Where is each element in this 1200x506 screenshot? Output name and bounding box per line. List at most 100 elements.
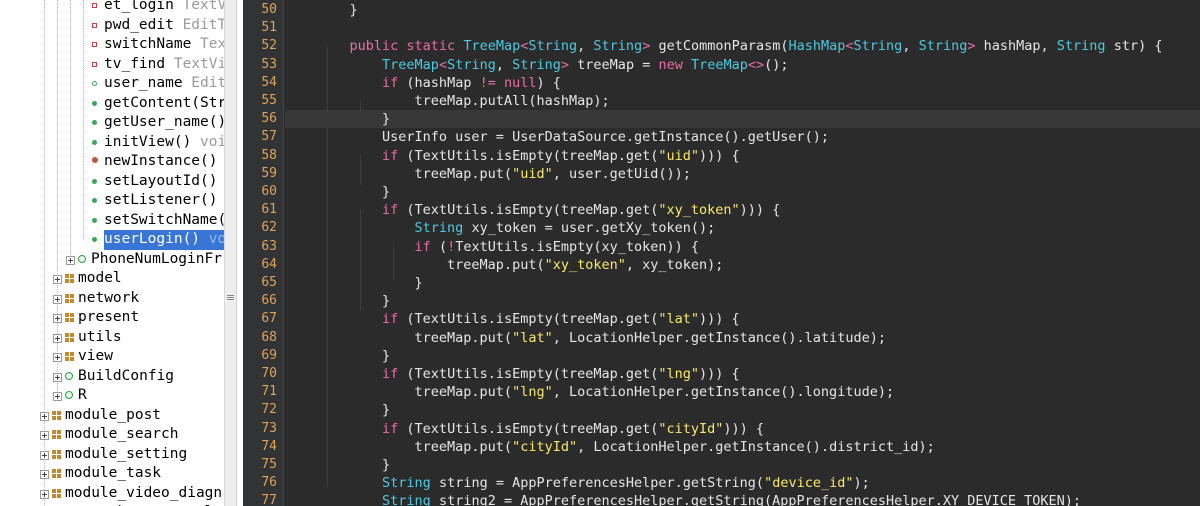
tree-item[interactable]: newInstance()	[0, 152, 224, 172]
tree-item[interactable]: setSwitchName(	[0, 211, 224, 231]
code-token: null	[503, 74, 537, 91]
tree-item[interactable]: module_video_diagn	[0, 484, 224, 504]
code-line[interactable]: treeMap.put("cityId", LocationHelper.get…	[317, 438, 935, 456]
code-line[interactable]: String string2 = AppPreferencesHelper.ge…	[317, 492, 1081, 506]
tree-item-label: R	[78, 386, 87, 406]
tree-item[interactable]: PhoneNumLoginFr	[0, 250, 224, 270]
tree-item-name: pwd_edit	[104, 16, 174, 33]
expand-icon[interactable]	[40, 489, 49, 499]
tree-item-name: user_name	[104, 75, 183, 91]
expand-icon[interactable]	[40, 450, 49, 460]
code-line[interactable]: if (TextUtils.isEmpty(treeMap.get("uid")…	[317, 147, 740, 165]
splitter-grip-icon[interactable]: ≡	[225, 291, 236, 304]
panel-splitter[interactable]: ≡	[224, 0, 237, 506]
tree-item[interactable]: pwd_edit EditT	[0, 16, 224, 36]
tree-item[interactable]: present	[0, 308, 224, 328]
code-token: }	[317, 111, 391, 128]
code-line[interactable]: if (hashMap != null) {	[317, 74, 561, 92]
code-line[interactable]: }	[317, 110, 390, 128]
code-line[interactable]: }	[317, 347, 390, 365]
code-line[interactable]: TreeMap<String, String> treeMap = new Tr…	[317, 56, 789, 74]
code-line[interactable]: treeMap.put("uid", user.getUid());	[317, 165, 691, 183]
tree-item[interactable]: module_post	[0, 406, 224, 426]
code-line[interactable]: }	[317, 456, 390, 474]
expand-icon[interactable]	[40, 431, 49, 440]
line-number: 50	[261, 2, 277, 17]
class-icon	[65, 391, 73, 399]
expand-icon[interactable]	[53, 372, 62, 382]
expand-icon[interactable]	[53, 392, 62, 401]
tree-item[interactable]: module_setting	[0, 445, 224, 465]
tree-item-name: view	[78, 348, 113, 364]
code-token: "xy_token"	[658, 202, 740, 219]
expand-icon[interactable]	[53, 275, 62, 284]
tree-item[interactable]: switchName Text	[0, 35, 224, 55]
code-token: "xy_token"	[544, 256, 626, 273]
code-line[interactable]: }	[317, 292, 390, 310]
code-token: "uid"	[512, 165, 553, 182]
code-line[interactable]: }	[317, 183, 390, 201]
tree-item[interactable]: userLogin() vo	[0, 230, 224, 250]
code-line[interactable]: }	[317, 1, 358, 19]
code-area[interactable]: } public static TreeMap<String, String> …	[285, 0, 1200, 506]
code-line[interactable]: treeMap.putAll(hashMap);	[317, 92, 610, 110]
expand-icon[interactable]	[53, 314, 62, 323]
tree-item[interactable]: setLayoutId()	[0, 172, 224, 192]
tree-item[interactable]: BuildConfig	[0, 367, 224, 387]
tree-item[interactable]: tv_find TextVi	[0, 55, 224, 75]
tree-item-type: vo	[200, 231, 224, 247]
code-line[interactable]: treeMap.put("lng", LocationHelper.getIns…	[317, 383, 895, 401]
tree-item[interactable]: module_task	[0, 464, 224, 484]
code-line[interactable]: String string = AppPreferencesHelper.get…	[317, 474, 870, 492]
tree-item[interactable]: user_name Edit	[0, 74, 224, 94]
expand-icon[interactable]	[53, 333, 62, 343]
code-line[interactable]: if (!TextUtils.isEmpty(xy_token)) {	[317, 238, 700, 256]
expand-icon[interactable]	[53, 294, 62, 304]
line-number: 75	[261, 457, 277, 472]
tree-item[interactable]: module_search	[0, 425, 224, 445]
field-icon	[92, 81, 97, 86]
code-token: string = AppPreferencesHelper.getString(	[430, 475, 765, 492]
tree-item[interactable]: R	[0, 386, 224, 406]
tree-item[interactable]: getUser_name()	[0, 113, 224, 133]
tree-item[interactable]: setListener()	[0, 191, 224, 211]
tree-item[interactable]: initView() voi	[0, 133, 224, 153]
code-line[interactable]: public static TreeMap<String, String> ge…	[317, 37, 1163, 55]
code-line[interactable]: if (TextUtils.isEmpty(treeMap.get("cityI…	[317, 420, 764, 438]
code-line[interactable]: UserInfo user = UserDataSource.getInstan…	[317, 128, 829, 146]
expand-icon[interactable]	[66, 255, 75, 265]
tree-item-name: newInstance()	[104, 153, 218, 169]
code-line[interactable]: String xy_token = user.getXy_token();	[317, 219, 716, 237]
tree-item-label: setListener()	[104, 191, 218, 211]
tree-item[interactable]: view	[0, 347, 224, 367]
line-number: 71	[261, 384, 277, 400]
code-line[interactable]: if (TextUtils.isEmpty(treeMap.get("lng")…	[317, 365, 740, 383]
code-line[interactable]: }	[317, 274, 423, 292]
code-line[interactable]: treeMap.put("lat", LocationHelper.getIns…	[317, 329, 886, 347]
expand-icon[interactable]	[40, 411, 49, 421]
code-token: xy_token = user.getXy_token();	[463, 220, 716, 237]
code-line[interactable]: treeMap.put("xy_token", xy_token);	[317, 256, 723, 274]
tree-item[interactable]: getContent(Str	[0, 94, 224, 114]
code-editor[interactable]: 50 51 52 53 54 55 56 57 58 59 60 61 62 63 64 65 66 67 68 69…	[243, 0, 1200, 506]
code-token: String	[382, 475, 431, 492]
method-icon	[92, 100, 97, 106]
expand-icon[interactable]	[40, 470, 49, 479]
code-line[interactable]: if (TextUtils.isEmpty(treeMap.get("xy_to…	[317, 201, 780, 219]
code-token: (hashMap	[398, 74, 480, 91]
tree-item-name: module_search	[65, 426, 179, 442]
tree-item[interactable]: network	[0, 289, 224, 309]
tree-item[interactable]: model	[0, 269, 224, 289]
code-line[interactable]: }	[317, 401, 390, 419]
tree-item[interactable]: utils	[0, 328, 224, 348]
expand-icon[interactable]	[53, 353, 62, 362]
project-tree[interactable]: et_login TextV pwd_edit EditT switchName T…	[0, 0, 224, 506]
code-token: String	[382, 493, 431, 506]
tree-item[interactable]: et_login TextV	[0, 0, 224, 16]
code-token: "lng"	[512, 384, 553, 401]
code-line[interactable]: if (TextUtils.isEmpty(treeMap.get("lat")…	[317, 310, 740, 328]
code-token: if	[414, 238, 431, 255]
